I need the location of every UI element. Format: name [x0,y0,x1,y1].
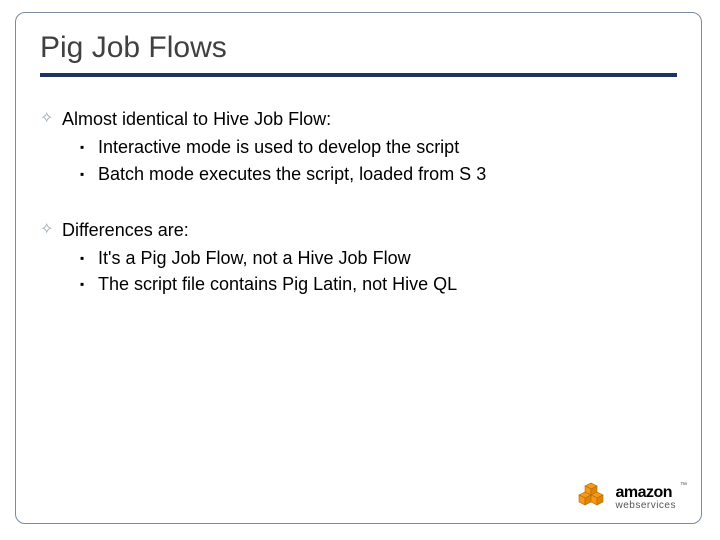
square-bullet-icon: ▪ [80,162,98,186]
bullet-level2: ▪ The script file contains Pig Latin, no… [80,272,677,296]
bullet-level2: ▪ It's a Pig Job Flow, not a Hive Job Fl… [80,246,677,270]
logo-brand-bottom: webservices [615,501,676,511]
bullet-level1: ✧ Almost identical to Hive Job Flow: [40,107,677,131]
square-bullet-icon: ▪ [80,272,98,296]
bullet-text: The script file contains Pig Latin, not … [98,272,457,296]
bullet-text: Interactive mode is used to develop the … [98,135,459,159]
bullet-level2: ▪ Interactive mode is used to develop th… [80,135,677,159]
bullet-text: Differences are: [62,218,189,242]
title-rule [40,73,677,77]
slide-content: ✧ Almost identical to Hive Job Flow: ▪ I… [40,107,677,297]
slide-title: Pig Job Flows [40,31,677,65]
trademark-symbol: ™ [680,482,687,489]
diamond-bullet-icon: ✧ [40,107,62,131]
bullet-text: It's a Pig Job Flow, not a Hive Job Flow [98,246,411,270]
spacer [40,188,677,218]
diamond-bullet-icon: ✧ [40,218,62,242]
aws-cubes-icon [577,480,609,515]
bullet-level1: ✧ Differences are: [40,218,677,242]
square-bullet-icon: ▪ [80,246,98,270]
aws-logo-text: amazon webservices [615,485,676,511]
bullet-text: Batch mode executes the script, loaded f… [98,162,486,186]
slide-frame: Pig Job Flows ✧ Almost identical to Hive… [15,12,702,524]
logo-brand-top: amazon [615,485,676,501]
bullet-level2: ▪ Batch mode executes the script, loaded… [80,162,677,186]
bullet-text: Almost identical to Hive Job Flow: [62,107,331,131]
square-bullet-icon: ▪ [80,135,98,159]
aws-logo: amazon webservices ™ [577,480,687,515]
